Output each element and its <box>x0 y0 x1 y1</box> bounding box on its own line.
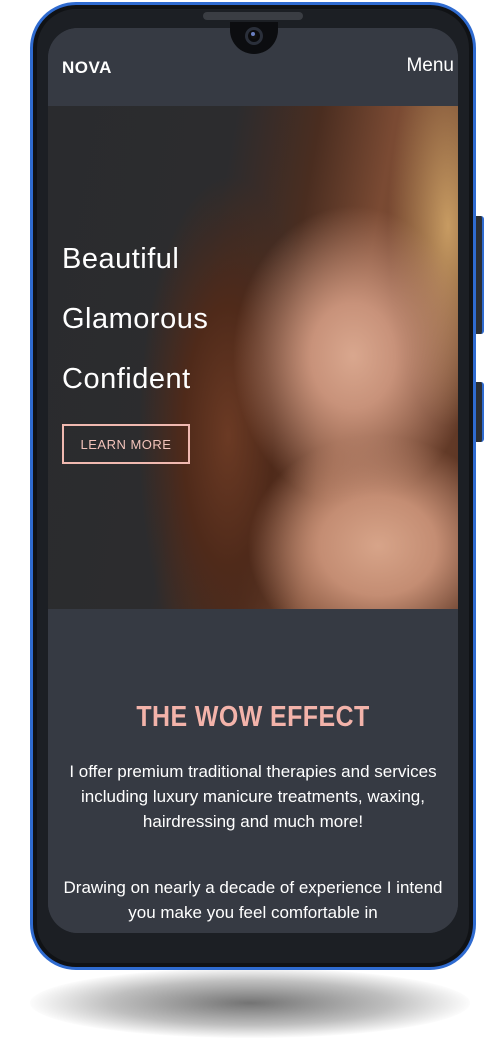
hero-banner: Beautiful Glamorous Confident LEARN MORE <box>48 106 458 609</box>
menu-button[interactable]: Menu <box>406 55 454 77</box>
hero-line-beautiful: Beautiful <box>62 243 180 275</box>
intro-paragraph: I offer premium traditional therapies an… <box>69 762 437 831</box>
wow-effect-section: THE WOW EFFECT I offer premium tradition… <box>48 609 458 933</box>
experience-paragraph: Drawing on nearly a decade of experience… <box>63 878 443 922</box>
brand-logo[interactable]: NOVA <box>62 58 112 78</box>
hero-line-confident: Confident <box>62 363 191 395</box>
hero-line-glamorous: Glamorous <box>62 303 209 335</box>
learn-more-button[interactable]: LEARN MORE <box>62 424 190 464</box>
volume-button <box>476 216 484 334</box>
earpiece-speaker <box>203 12 303 20</box>
phone-shadow <box>30 968 470 1038</box>
phone-screen: NOVA Menu Beautiful Glamorous Confident … <box>48 28 458 933</box>
power-button <box>476 382 484 442</box>
section-title: THE WOW EFFECT <box>136 701 370 733</box>
front-camera-icon <box>245 27 263 45</box>
